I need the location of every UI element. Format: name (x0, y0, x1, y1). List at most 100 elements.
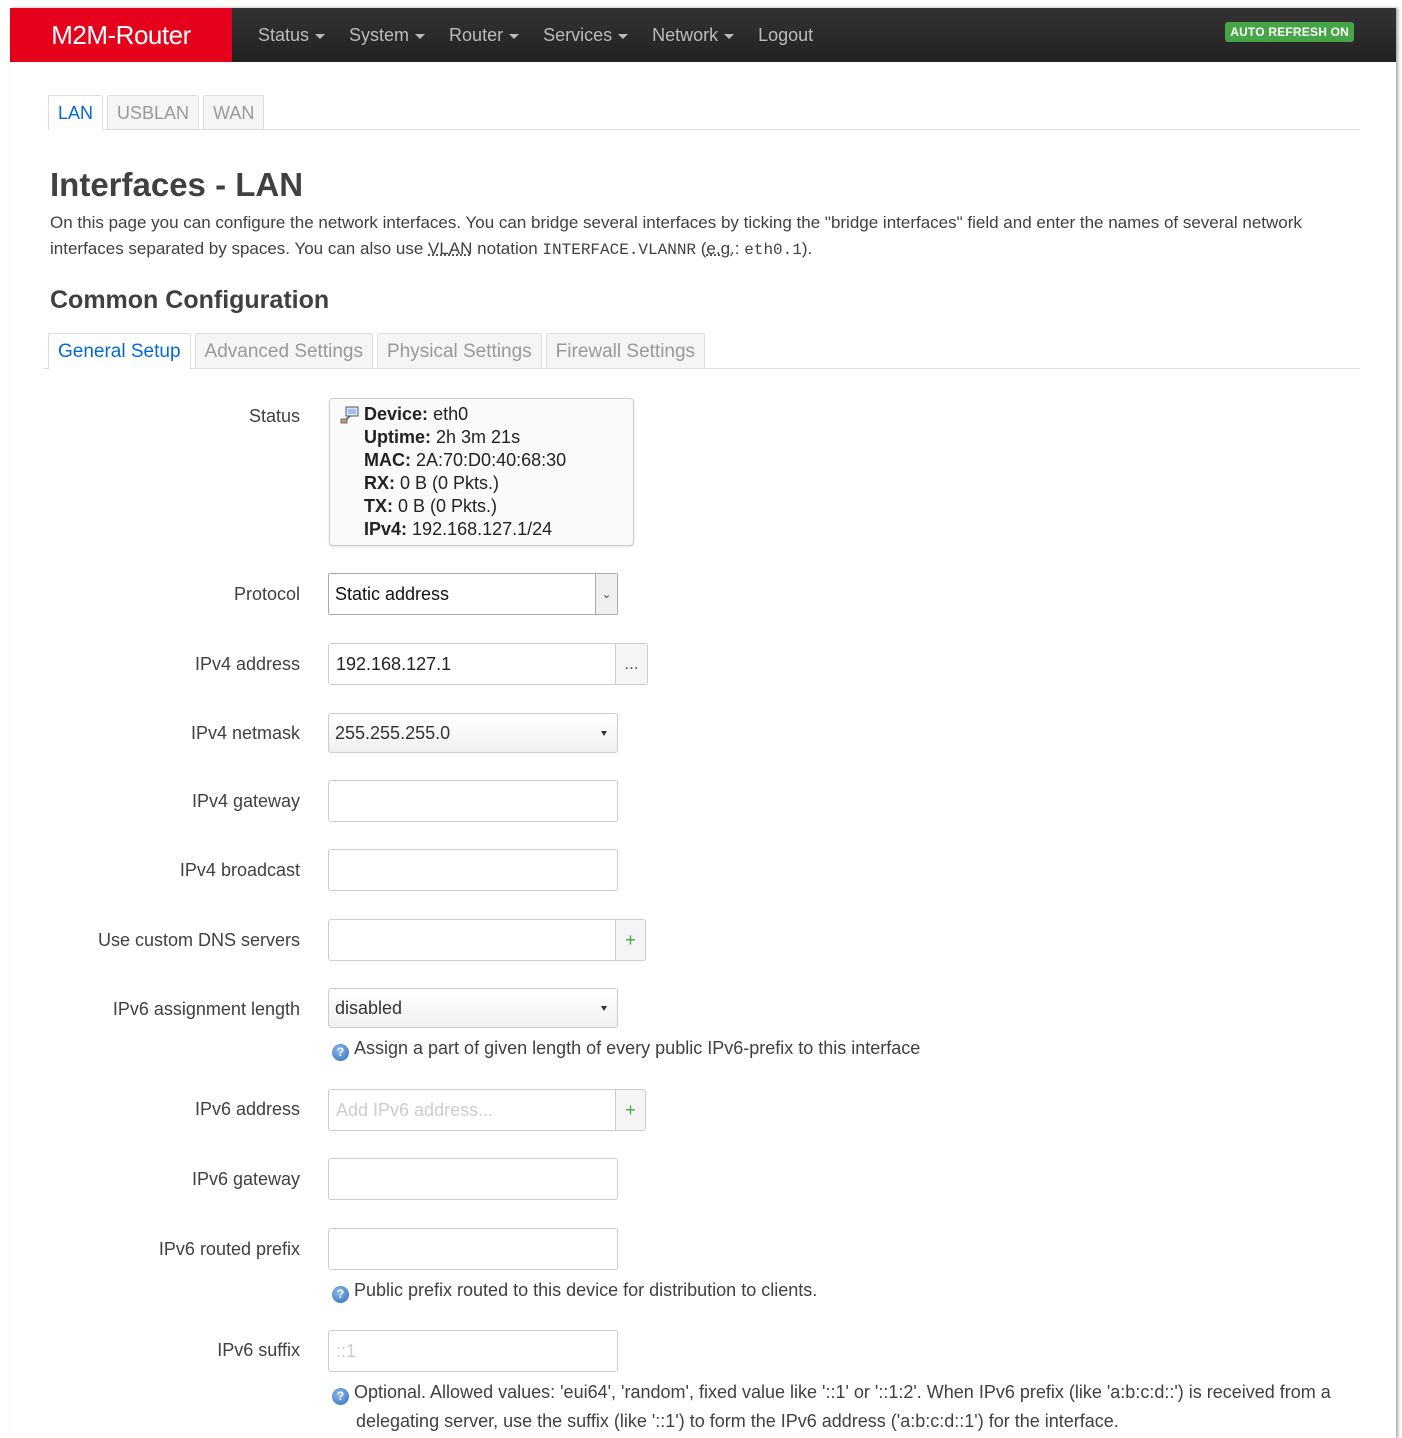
desc-text: ). (801, 239, 813, 258)
ipv4-address-input[interactable]: 192.168.127.1 (328, 643, 616, 685)
ipv6-gateway-wrap (328, 1158, 618, 1200)
ipv4-netmask-select[interactable]: 255.255.255.0 (328, 713, 618, 753)
ipv4-broadcast-input[interactable] (328, 849, 618, 891)
status-key: TX: (364, 496, 393, 516)
menu-network[interactable]: Network (640, 8, 746, 62)
tab-physical-settings[interactable]: Physical Settings (376, 333, 542, 368)
tab-firewall-settings[interactable]: Firewall Settings (545, 333, 706, 368)
auto-refresh-toggle[interactable]: AUTO REFRESH ON (1225, 22, 1354, 42)
ipv6-gateway-input[interactable] (328, 1158, 618, 1200)
ipv4-address-more-button[interactable]: ... (616, 643, 648, 685)
caret-down-icon (315, 33, 326, 39)
status-value: 2A:70:D0:40:68:30 (416, 450, 567, 470)
tab-usblan[interactable]: USBLAN (107, 95, 200, 129)
status-tx: TX: 0 B (0 Pkts.) (364, 495, 625, 518)
ipv6-assign-wrap: disabled (328, 988, 618, 1028)
network-device-icon (340, 406, 359, 424)
caret-down-icon (618, 33, 629, 39)
browser-window: M2M-Router Status System Router Services… (10, 8, 1396, 1438)
menu-status-label: Status (258, 24, 310, 45)
tab-advanced-settings[interactable]: Advanced Settings (194, 333, 373, 368)
ipv6-prefix-wrap (328, 1228, 618, 1270)
brand-logo[interactable]: M2M-Router (10, 8, 232, 62)
ipv4-netmask-label: IPv4 netmask (190, 723, 300, 743)
ipv4-gateway-label: IPv4 gateway (191, 791, 300, 811)
chevron-down-icon[interactable]: ⌄ (595, 574, 617, 614)
dns-group: + (328, 919, 646, 961)
ipv6-prefix-input[interactable] (328, 1228, 618, 1270)
status-key: MAC: (364, 450, 411, 470)
tab-lan[interactable]: LAN (48, 95, 104, 130)
page-description: On this page you can configure the netwo… (50, 210, 1340, 263)
menu-system[interactable]: System (337, 8, 437, 62)
status-rx: RX: 0 B (0 Pkts.) (364, 472, 625, 495)
ipv4-gateway-input[interactable] (328, 780, 618, 822)
ipv6-address-label: IPv6 address (194, 1099, 300, 1119)
desc-code: eth0.1 (744, 241, 802, 259)
status-key: IPv4: (364, 519, 408, 539)
ipv6-suffix-wrap: ::1 (328, 1330, 618, 1372)
add-dns-button[interactable]: + (616, 919, 646, 961)
status-value: 192.168.127.1/24 (412, 519, 553, 539)
protocol-select[interactable]: Static address ⌄ (328, 573, 618, 615)
dns-input[interactable] (328, 919, 616, 961)
help-icon (332, 1388, 349, 1405)
desc-text: ( (696, 239, 707, 258)
protocol-label: Protocol (233, 584, 300, 604)
status-mac: MAC: 2A:70:D0:40:68:30 (364, 449, 625, 472)
menu-logout-label: Logout (758, 24, 814, 45)
vlan-abbr: VLAN (428, 239, 473, 258)
caret-down-icon (601, 1006, 607, 1011)
tab-general-setup[interactable]: General Setup (48, 333, 191, 369)
desc-text: : (734, 239, 745, 258)
ipv6-address-input[interactable]: Add IPv6 address... (328, 1089, 616, 1131)
caret-down-icon (724, 33, 735, 39)
status-key: Device: (364, 404, 429, 424)
menu-status[interactable]: Status (246, 8, 337, 62)
config-tabs: General Setup Advanced Settings Physical… (43, 333, 1360, 369)
status-key: Uptime: (364, 427, 431, 447)
add-ipv6-address-button[interactable]: + (616, 1089, 646, 1131)
status-value: 0 B (0 Pkts.) (400, 473, 500, 493)
desc-code: INTERFACE.VLANNR (542, 241, 697, 259)
status-box: Device: eth0 Uptime: 2h 3m 21s MAC: 2A:7… (329, 398, 634, 546)
menu-router[interactable]: Router (437, 8, 531, 62)
eg-abbr: e.g. (706, 239, 735, 258)
hint-text: Public prefix routed to this device for … (354, 1280, 818, 1300)
page-title: Interfaces - LAN (50, 166, 304, 203)
ipv6-suffix-input[interactable]: ::1 (328, 1330, 618, 1372)
menu-router-label: Router (449, 24, 504, 45)
interface-tabs: LAN USBLAN WAN (48, 94, 1360, 130)
ipv4-broadcast-wrap (328, 849, 618, 891)
hint-text: Assign a part of given length of every p… (354, 1038, 921, 1058)
help-icon (332, 1286, 349, 1303)
ipv6-assign-label: IPv6 assignment length (112, 999, 300, 1019)
ipv4-netmask-value: 255.255.255.0 (335, 723, 451, 743)
ipv6-address-group: Add IPv6 address... + (328, 1089, 646, 1131)
caret-down-icon (509, 33, 520, 39)
top-navbar: M2M-Router Status System Router Services… (10, 8, 1396, 62)
status-key: RX: (364, 473, 395, 493)
menu-logout[interactable]: Logout (746, 8, 825, 62)
ipv6-assign-hint: Assign a part of given length of every p… (332, 1034, 1342, 1063)
help-icon (332, 1044, 349, 1061)
ipv6-prefix-hint: Public prefix routed to this device for … (332, 1276, 1342, 1305)
caret-down-icon (601, 731, 607, 736)
menu-services-label: Services (543, 24, 613, 45)
ipv4-broadcast-label: IPv4 broadcast (179, 860, 300, 880)
ipv6-assign-value: disabled (335, 998, 403, 1018)
ipv4-address-label: IPv4 address (194, 654, 300, 674)
tab-wan[interactable]: WAN (203, 95, 265, 129)
ipv6-assign-select[interactable]: disabled (328, 988, 618, 1028)
protocol-value: Static address (335, 584, 450, 604)
status-ipv4: IPv4: 192.168.127.1/24 (364, 518, 625, 541)
menu-services[interactable]: Services (531, 8, 640, 62)
caret-down-icon (415, 33, 426, 39)
ipv6-suffix-label: IPv6 suffix (217, 1340, 300, 1360)
menu-network-label: Network (652, 24, 719, 45)
status-value: eth0 (433, 404, 469, 424)
menu-system-label: System (349, 24, 410, 45)
ipv4-netmask-wrap: 255.255.255.0 (328, 713, 618, 753)
status-value: 0 B (0 Pkts.) (398, 496, 498, 516)
ipv4-gateway-wrap (328, 780, 618, 822)
